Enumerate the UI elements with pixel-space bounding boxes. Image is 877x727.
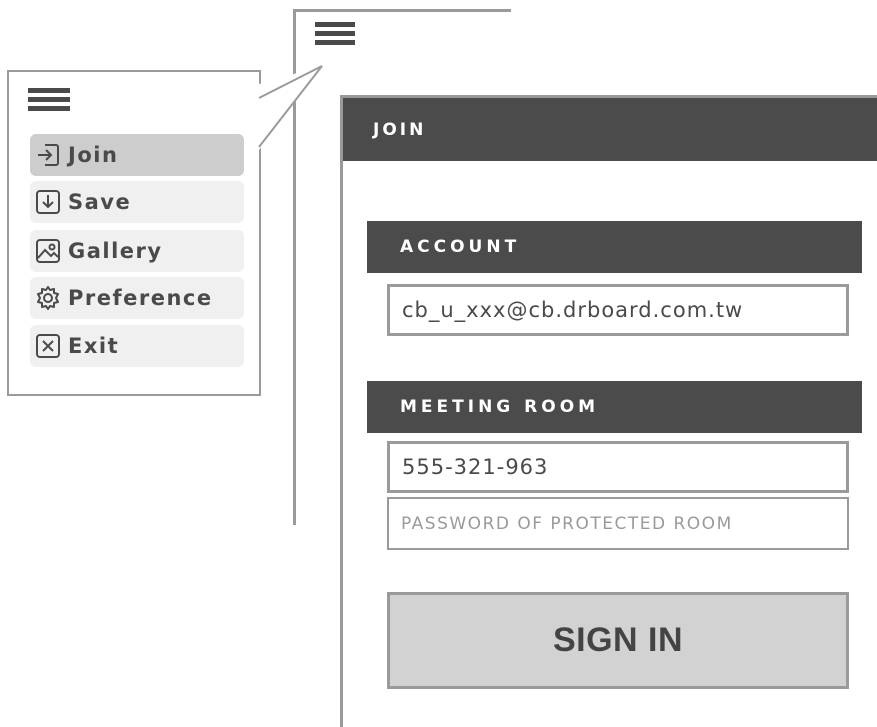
- enter-icon: [34, 141, 62, 169]
- window-frame-top: [293, 9, 511, 12]
- download-icon: [34, 188, 62, 216]
- menu-item-label: Save: [68, 190, 132, 214]
- hamburger-menu-icon[interactable]: [315, 22, 355, 49]
- menu-item-save[interactable]: Save: [30, 181, 244, 223]
- menu-item-label: Exit: [68, 334, 120, 358]
- close-box-icon: [34, 332, 62, 360]
- menu-item-preference[interactable]: Preference: [30, 277, 244, 319]
- menu-item-label: Gallery: [68, 239, 163, 263]
- menu-item-label: Join: [68, 143, 119, 167]
- meeting-room-heading: MEETING ROOM: [367, 381, 862, 433]
- image-icon: [34, 237, 62, 265]
- account-field[interactable]: cb_u_xxx@cb.drboard.com.tw: [387, 284, 849, 336]
- menu-item-exit[interactable]: Exit: [30, 325, 244, 367]
- menu-item-label: Preference: [68, 286, 213, 310]
- account-heading: ACCOUNT: [367, 221, 862, 273]
- window-frame-left: [293, 9, 296, 525]
- sign-in-button[interactable]: SIGN IN: [387, 592, 849, 689]
- room-password-field[interactable]: PASSWORD OF PROTECTED ROOM: [387, 497, 849, 550]
- panel-title: JOIN: [343, 98, 877, 161]
- room-number-field[interactable]: 555-321-963: [387, 441, 849, 493]
- gear-icon: [34, 284, 62, 312]
- menu-item-join[interactable]: Join: [30, 134, 244, 176]
- menu-hamburger-icon[interactable]: [28, 88, 70, 115]
- menu-item-gallery[interactable]: Gallery: [30, 230, 244, 272]
